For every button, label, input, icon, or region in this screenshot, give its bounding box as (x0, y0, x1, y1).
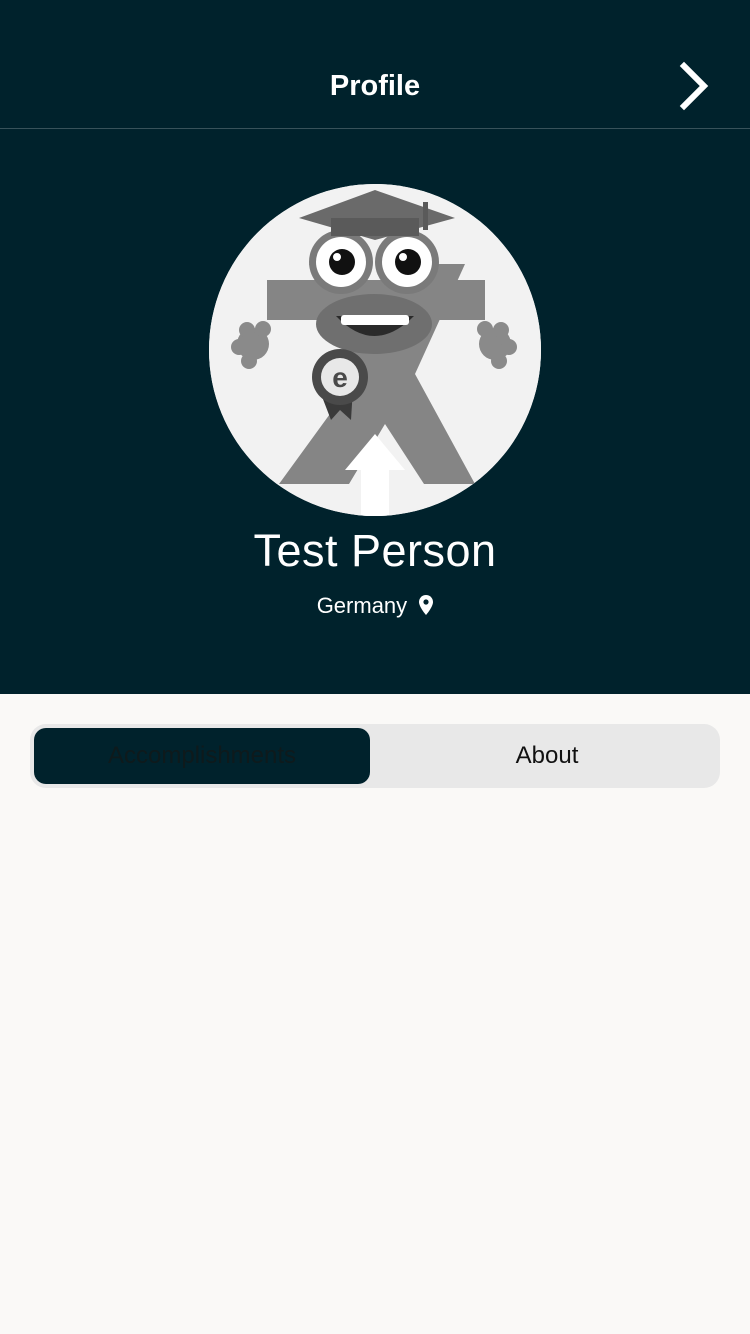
tab-about-label: About (515, 742, 579, 769)
next-button[interactable] (666, 56, 726, 116)
tab-accomplishments-label: Accomplishments (107, 742, 297, 769)
tab-accomplishments[interactable]: Accomplishments (30, 724, 374, 788)
profile-screen: Profile e Test Person Germany Accomplish… (0, 0, 750, 1334)
profile-tabs: Accomplishments About (30, 724, 720, 788)
profile-header-section: Profile e Test Person Germany (0, 0, 750, 694)
profile-name: Test Person (253, 525, 497, 576)
navigation-bar: Profile (0, 0, 750, 129)
chevron-right-icon (679, 61, 709, 111)
avatar[interactable]: e (209, 184, 541, 516)
location-text: Germany (316, 593, 408, 618)
page-title: Profile (329, 70, 421, 102)
map-pin-icon (419, 592, 434, 624)
mascot-avatar-image: e (209, 184, 541, 516)
tab-about[interactable]: About (374, 724, 720, 788)
location-row: Germany (0, 590, 750, 624)
avatar-badge-letter: e (332, 362, 348, 393)
